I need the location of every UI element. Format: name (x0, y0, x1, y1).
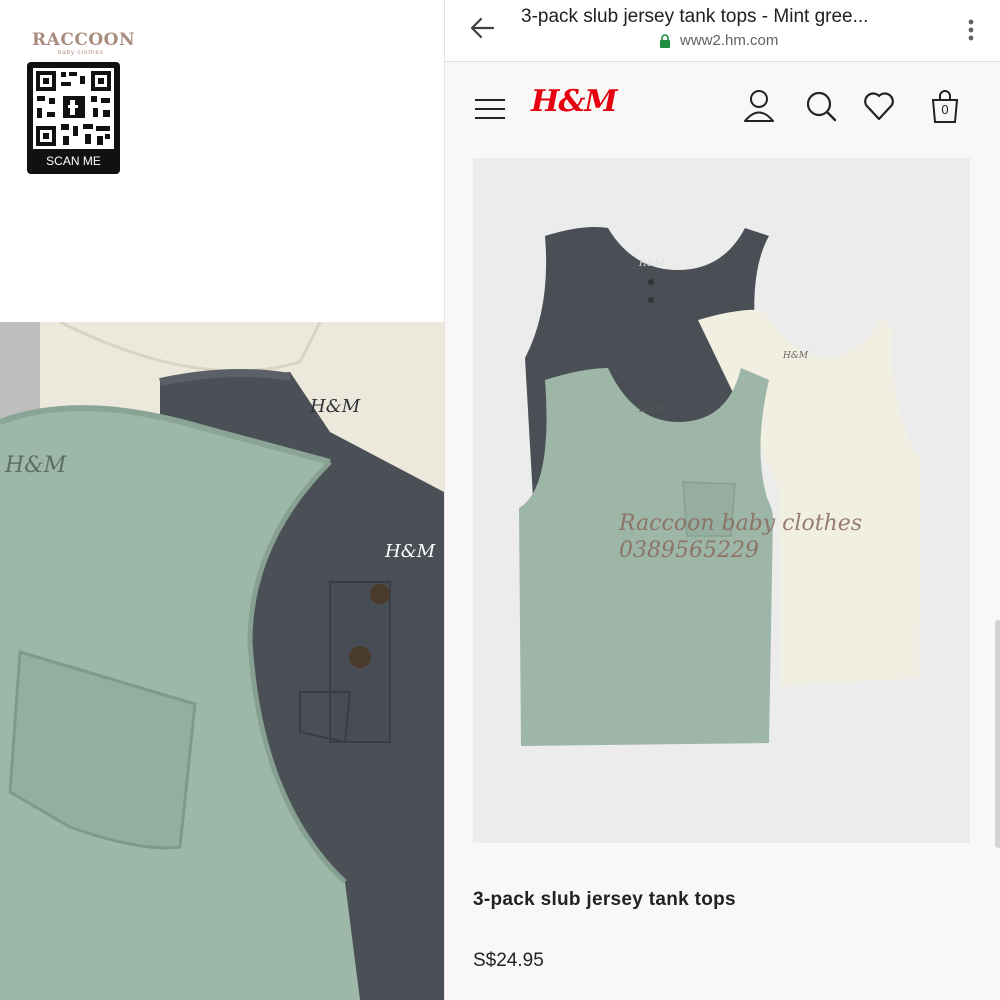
qr-scan-label: SCAN ME (46, 154, 101, 168)
bag-count: 0 (941, 102, 949, 117)
screenshot-canvas: RACCOON baby clothes SCAN ME H&M H&M H&M… (0, 0, 1000, 1000)
scrollbar[interactable] (995, 620, 1000, 848)
svg-text:H&M: H&M (638, 259, 665, 269)
watermark-text: Raccoon baby clothes 0389565229 (619, 510, 862, 564)
hm-site-header: H&M 0 (445, 62, 1000, 156)
watermark-line-2: 0389565229 (619, 538, 759, 563)
qr-code-icon (33, 68, 114, 149)
raccoon-logo-text: RACCOON (32, 30, 136, 50)
shopping-bag-icon[interactable]: 0 (927, 88, 963, 124)
search-icon[interactable] (803, 88, 839, 124)
product-price: S$24.95 (473, 950, 544, 971)
hm-logo[interactable]: H&M (531, 84, 618, 119)
page-tab-title: 3-pack slub jersey tank tops - Mint gree… (521, 6, 869, 27)
back-arrow-icon[interactable] (469, 14, 497, 42)
more-options-icon[interactable] (965, 16, 977, 44)
browser-url-bar: 3-pack slub jersey tank tops - Mint gree… (445, 0, 1000, 62)
svg-text:H&M: H&M (782, 351, 809, 361)
mobile-browser: 3-pack slub jersey tank tops - Mint gree… (444, 0, 1000, 1000)
lock-icon (659, 34, 671, 48)
product-image[interactable]: H&M H&M H&M Raccoon baby clothes 0389565… (473, 158, 970, 843)
svg-text:H&M: H&M (4, 453, 67, 478)
product-closeup-photo: H&M H&M H&M (0, 322, 444, 1000)
account-icon[interactable] (741, 88, 777, 124)
favorites-heart-icon[interactable] (861, 88, 897, 124)
raccoon-tagline: baby clothes (58, 50, 104, 56)
qr-code[interactable]: SCAN ME (27, 62, 120, 174)
watermark-line-1: Raccoon baby clothes (619, 511, 863, 536)
svg-text:H&M: H&M (384, 541, 436, 562)
product-title: 3-pack slub jersey tank tops (473, 889, 736, 910)
svg-text:H&M: H&M (309, 396, 361, 417)
hamburger-menu-icon[interactable] (475, 98, 505, 120)
svg-text:H&M: H&M (638, 405, 665, 415)
raccoon-logo: RACCOON baby clothes (18, 28, 135, 56)
page-url[interactable]: www2.hm.com (680, 32, 778, 49)
